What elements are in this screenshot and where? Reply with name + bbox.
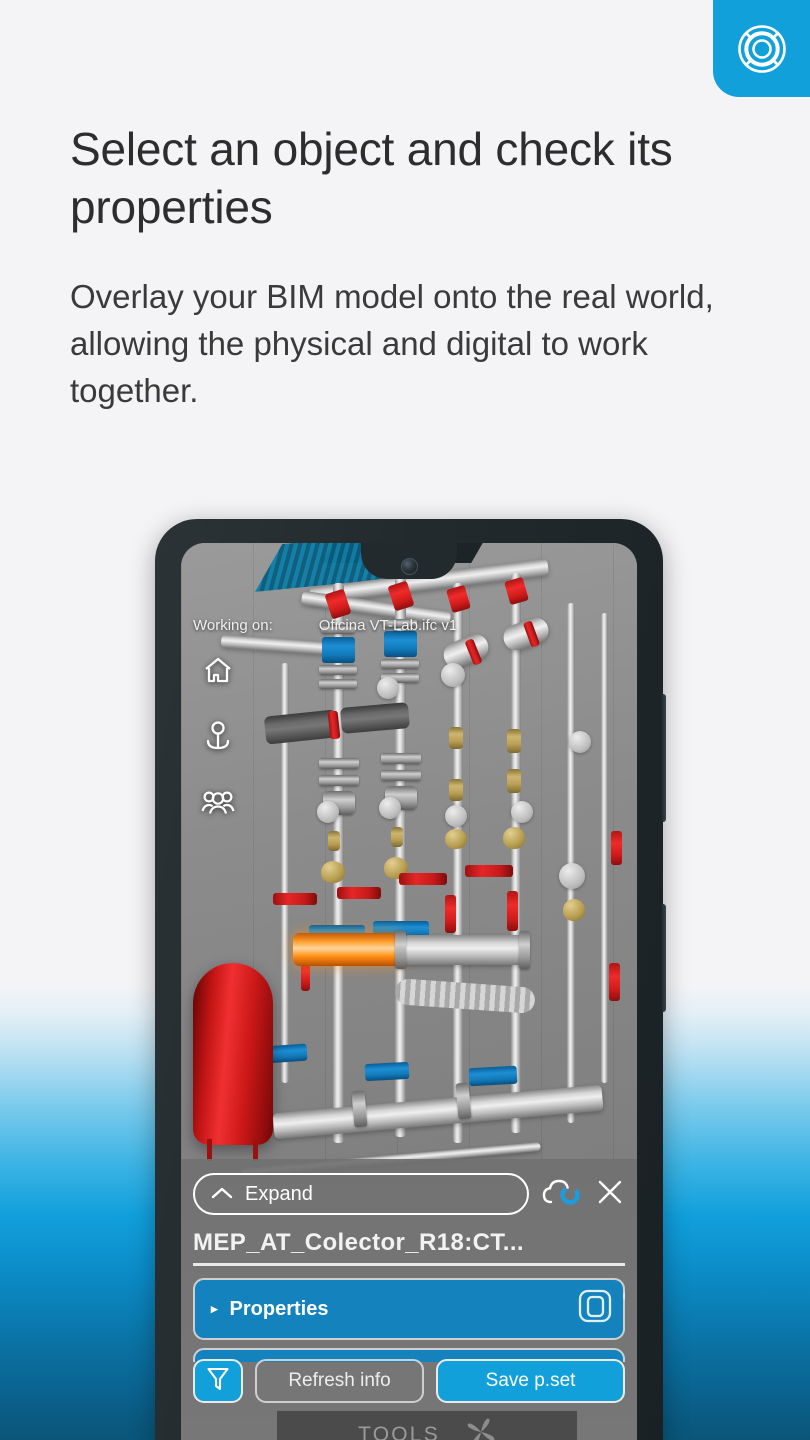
scroll-indicator[interactable]: [623, 1292, 625, 1300]
expand-button[interactable]: Expand: [193, 1173, 529, 1215]
volume-button[interactable]: [660, 694, 666, 822]
pipe-flange: [519, 931, 530, 969]
pipe-riser: [601, 613, 608, 1083]
expand-label: Expand: [245, 1182, 313, 1205]
flow-arrow-red: [273, 893, 317, 905]
working-on-value: Oficina VT-Lab.ifc v1: [318, 617, 458, 634]
filter-button[interactable]: [193, 1359, 243, 1403]
valve-blue: [384, 631, 417, 657]
gauge: [317, 801, 339, 823]
pipe-flange: [381, 753, 421, 764]
valve-red: [611, 831, 622, 865]
brass-fitting: [507, 769, 521, 793]
flow-arrow-red: [337, 887, 381, 899]
list-item[interactable]: ▸ Properties: [193, 1278, 625, 1340]
gauge: [511, 801, 533, 823]
damper-blue: [364, 1061, 410, 1082]
valve-blue: [322, 637, 355, 663]
valve-red: [445, 895, 456, 933]
pipe-flange: [381, 659, 419, 669]
front-camera-icon: [400, 558, 418, 575]
close-icon[interactable]: [595, 1177, 625, 1212]
gauge: [377, 677, 399, 699]
brass-fitting: [449, 779, 463, 801]
gauge: [559, 863, 585, 889]
funnel-icon: [206, 1366, 230, 1397]
gauge: [441, 663, 465, 687]
pipe-flange: [319, 665, 357, 675]
sheet-action-bar: Refresh info Save p.set: [193, 1359, 625, 1403]
cloud-sync-icon[interactable]: [541, 1176, 583, 1213]
brass-valve: [445, 829, 467, 849]
left-tool-rail: [199, 651, 237, 821]
page-title: Select an object and check its propertie…: [70, 123, 673, 234]
gauge: [379, 797, 401, 819]
pipe-flange: [395, 931, 406, 969]
pipe-flange: [381, 770, 421, 781]
brass-fitting: [449, 727, 463, 749]
damper-blue: [468, 1065, 518, 1087]
flow-arrow-red: [465, 865, 513, 877]
chevron-right-icon: ▸: [211, 1301, 218, 1316]
row-label-properties: Properties: [229, 1297, 329, 1320]
selected-object-title: MEP_AT_Colector_R18:CT...: [193, 1229, 625, 1266]
people-icon[interactable]: [199, 783, 237, 821]
expansion-tank-red: [193, 963, 273, 1145]
gauge: [445, 805, 467, 827]
target-reticle-icon: [732, 19, 792, 79]
refresh-info-button[interactable]: Refresh info: [255, 1359, 425, 1403]
tools-label: TOOLS: [358, 1423, 440, 1440]
brass-fitting: [391, 827, 403, 847]
chevron-up-icon: [211, 1183, 233, 1206]
pipe-flange: [319, 775, 359, 786]
selected-object-highlight[interactable]: [293, 933, 403, 966]
object-properties-sheet: Expand MEP_AT_Colector_R18:CT... ▸ Prope…: [181, 1159, 637, 1440]
brass-fitting: [328, 831, 340, 851]
power-button[interactable]: [660, 904, 666, 1012]
page-description: Overlay your BIM model onto the real wor…: [70, 278, 714, 409]
tank-leg: [253, 1139, 258, 1161]
brass-valve: [503, 827, 525, 849]
pipe-flange: [319, 679, 357, 689]
valve-red: [609, 963, 620, 1001]
phone-notch: [361, 543, 457, 579]
valve-red: [507, 891, 518, 931]
working-on-bar: Working on: Oficina VT-Lab.ifc v1: [193, 617, 457, 634]
flow-arrow-red: [399, 873, 447, 885]
pipe-flange: [319, 758, 359, 769]
working-on-label: Working on:: [193, 617, 273, 634]
brand-logo-badge: [713, 0, 810, 97]
tank-leg: [207, 1139, 212, 1161]
anchor-icon[interactable]: [199, 717, 237, 755]
tools-bar[interactable]: TOOLS: [277, 1411, 577, 1440]
home-icon[interactable]: [199, 651, 237, 689]
brass-fitting: [507, 729, 521, 753]
copy-icon[interactable]: [577, 1288, 613, 1330]
phone-screen: Working on: Oficina VT-Lab.ifc v1 Expand…: [181, 543, 637, 1440]
pipe-segment: [403, 935, 523, 965]
pinwheel-icon: [466, 1417, 496, 1440]
sheet-header: Expand: [193, 1173, 625, 1215]
property-rows-list[interactable]: ▸ Properties ▸ Materials: [193, 1278, 625, 1362]
gauge: [569, 731, 591, 753]
pipe-riser: [511, 573, 521, 1133]
brass-valve: [563, 899, 585, 921]
save-pset-button[interactable]: Save p.set: [436, 1359, 625, 1403]
brass-valve: [321, 861, 345, 883]
phone-mockup: Working on: Oficina VT-Lab.ifc v1 Expand…: [155, 519, 666, 1440]
